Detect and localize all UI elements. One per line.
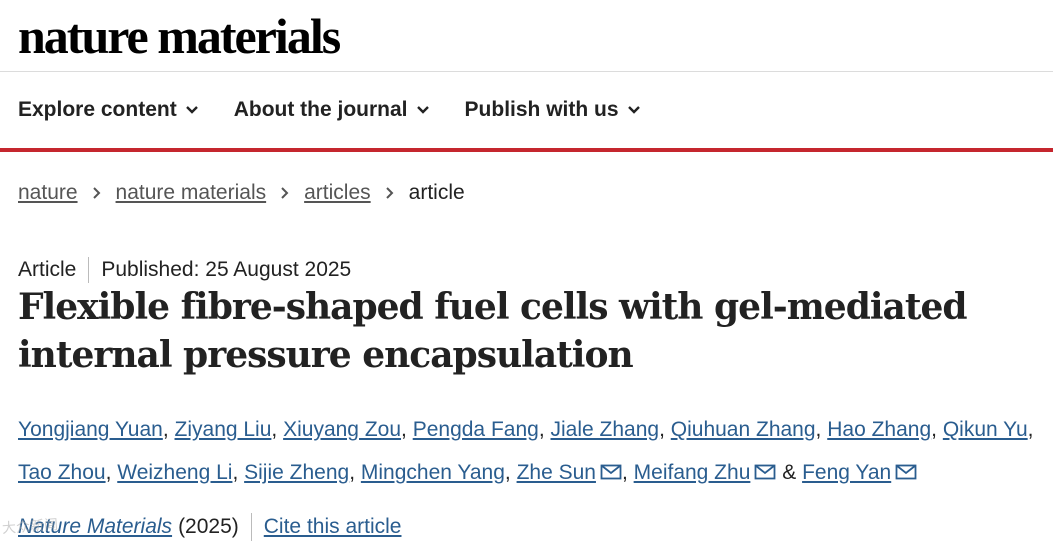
nav-about-journal[interactable]: About the journal — [234, 98, 430, 122]
author-link[interactable]: Yongjiang Yuan — [18, 418, 163, 441]
author-link[interactable]: Xiuyang Zou — [283, 418, 401, 441]
chevron-down-icon — [416, 106, 429, 114]
published-date: Published: 25 August 2025 — [101, 258, 352, 281]
author-separator: , — [271, 418, 278, 441]
chevron-down-icon — [185, 106, 198, 114]
publication-year: (2025) — [178, 515, 239, 538]
site-header: nature materials — [0, 0, 1053, 72]
author-separator: , — [349, 461, 356, 484]
nav-explore-content[interactable]: Explore content — [18, 98, 199, 122]
author-link[interactable]: Hao Zhang — [827, 418, 931, 441]
chevron-right-icon — [281, 187, 289, 199]
cite-this-article-link[interactable]: Cite this article — [264, 515, 402, 539]
author-separator: , — [105, 461, 112, 484]
author-link[interactable]: Meifang Zhu — [634, 461, 751, 484]
cite-divider — [250, 513, 252, 541]
citation-line: Nature Materials (2025) Cite this articl… — [18, 513, 401, 541]
nav-item-label: Explore content — [18, 98, 177, 121]
author-link[interactable]: Jiale Zhang — [551, 418, 660, 441]
chevron-down-icon — [627, 106, 640, 114]
author-separator: , — [1027, 418, 1034, 441]
nav-item-label: Publish with us — [464, 98, 619, 121]
author-link[interactable]: Zhe Sun — [517, 461, 596, 484]
mail-icon[interactable] — [600, 464, 622, 480]
author-separator: , — [162, 418, 169, 441]
author-link[interactable]: Sijie Zheng — [244, 461, 349, 484]
article-meta: Article Published: 25 August 2025 — [18, 257, 351, 283]
author-separator: , — [659, 418, 665, 441]
author-list: Yongjiang Yuan, Ziyang Liu, Xiuyang Zou,… — [18, 408, 1043, 494]
author-link[interactable]: Weizheng Li — [117, 461, 232, 484]
article-title: Flexible fibre-shaped fuel cells with ge… — [18, 286, 968, 376]
main-nav: Explore content About the journal Publis… — [0, 72, 1053, 152]
author-link[interactable]: Qiuhuan Zhang — [671, 418, 816, 441]
chevron-right-icon — [385, 187, 394, 199]
author-separator: , — [504, 461, 511, 484]
chevron-right-icon — [92, 187, 100, 199]
author-separator: , — [401, 418, 407, 441]
author-separator: , — [232, 461, 239, 484]
article-type: Article — [18, 258, 77, 281]
author-link[interactable]: Tao Zhou — [18, 461, 106, 484]
author-link[interactable]: Ziyang Liu — [175, 418, 272, 441]
breadcrumb-articles[interactable]: articles — [304, 181, 371, 205]
author-link[interactable]: Feng Yan — [802, 461, 891, 484]
journal-link[interactable]: Nature Materials — [18, 515, 172, 539]
meta-divider — [88, 257, 90, 283]
breadcrumb: nature nature materials articles article — [18, 181, 465, 205]
author-link[interactable]: Qikun Yu — [943, 418, 1028, 441]
breadcrumb-current: article — [408, 181, 465, 204]
author-separator: , — [538, 418, 545, 441]
breadcrumb-nature[interactable]: nature — [18, 181, 78, 205]
mail-icon[interactable] — [895, 464, 917, 480]
author-and: & — [782, 461, 797, 484]
author-link[interactable]: Mingchen Yang — [361, 461, 505, 484]
author-separator: , — [815, 418, 822, 441]
mail-icon[interactable] — [754, 464, 776, 480]
author-separator: , — [621, 461, 628, 484]
breadcrumb-nature-materials[interactable]: nature materials — [116, 181, 267, 205]
author-separator: , — [931, 418, 937, 441]
nav-publish-with-us[interactable]: Publish with us — [465, 98, 641, 122]
nav-item-label: About the journal — [233, 98, 408, 121]
journal-logo[interactable]: nature materials — [18, 6, 341, 66]
author-link[interactable]: Pengda Fang — [413, 418, 539, 441]
